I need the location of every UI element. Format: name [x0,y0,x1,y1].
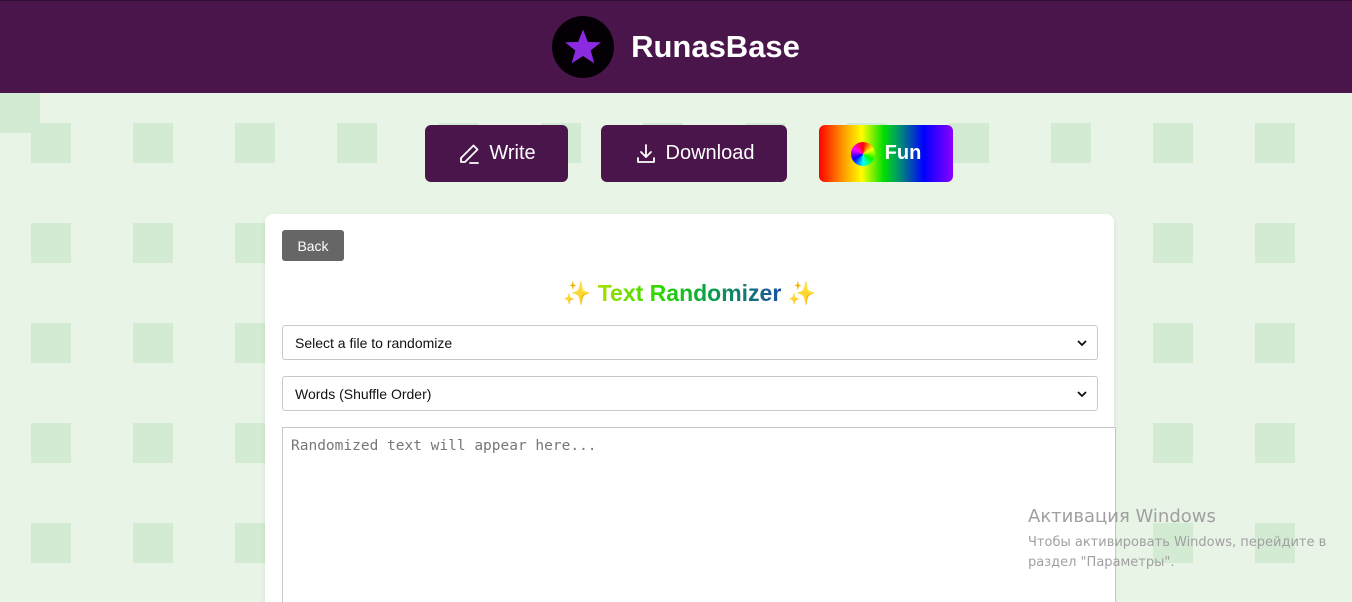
background-tile [133,423,173,463]
back-button[interactable]: Back [282,230,344,261]
title-text: Text Randomizer [597,280,782,306]
background-tile [133,223,173,263]
background-tile [1255,323,1295,363]
watermark-line: раздел "Параметры". [1028,555,1175,570]
watermark-title: Активация Windows [1028,506,1216,527]
nav-bar: Write Download Fun [0,125,1352,182]
output-textarea[interactable]: Randomized text will appear here... [282,427,1116,602]
background-tile [31,423,71,463]
fun-button[interactable]: Fun [819,125,953,182]
background-tile [133,323,173,363]
download-button[interactable]: Download [601,125,787,182]
background-tile [133,523,173,563]
chevron-down-icon [1077,340,1087,347]
background-tile [1153,223,1193,263]
site-header: RunasBase [0,0,1352,93]
background-tile [1255,223,1295,263]
windows-activation-watermark: Активация Windows Чтобы активировать Win… [1028,506,1326,573]
fun-label: Fun [884,142,922,164]
star-icon [565,29,602,64]
file-select-value: Select a file to randomize [295,334,453,351]
mode-select-value: Words (Shuffle Order) [295,385,432,402]
background-tile [1255,423,1295,463]
color-wheel-icon [850,141,875,166]
watermark-line: Чтобы активировать Windows, перейдите в [1028,535,1327,550]
logo [552,16,615,78]
background-tile [31,323,71,363]
download-icon [636,143,655,163]
sparkle-icon: ✨ [787,280,817,306]
output-placeholder: Randomized text will appear here... [291,438,597,454]
background-tile [1153,323,1193,363]
page-title: ✨ Text Randomizer ✨ [265,280,1114,307]
download-label: Download [665,142,755,164]
background-tile [31,523,71,563]
write-button[interactable]: Write [425,125,568,182]
pencil-icon [460,144,480,164]
file-select[interactable]: Select a file to randomize [282,325,1098,360]
background-tile [1153,423,1193,463]
randomizer-card: Back ✨ Text Randomizer ✨ Select a file t… [265,214,1116,602]
chevron-down-icon [1077,391,1087,398]
background-tile [31,223,71,263]
sparkle-icon: ✨ [562,280,592,306]
write-label: Write [489,142,536,164]
site-title: RunasBase [631,29,800,64]
mode-select[interactable]: Words (Shuffle Order) [282,376,1098,411]
